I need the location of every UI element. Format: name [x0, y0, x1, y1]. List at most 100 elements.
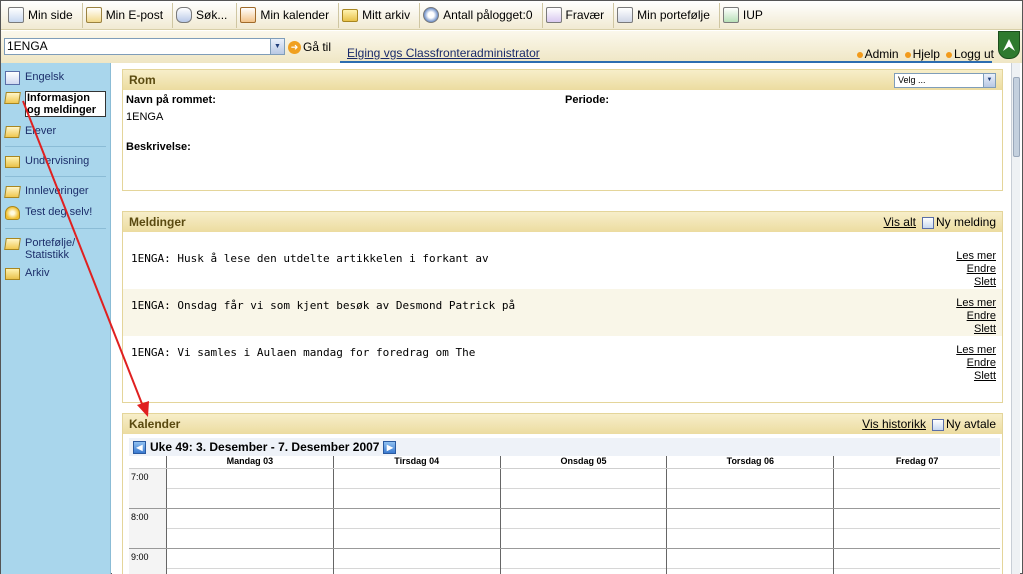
show-all-link[interactable]: Vis alt — [884, 215, 916, 229]
message-row: 1ENGA: Vi samles i Aulaen mandag for for… — [123, 336, 1002, 383]
home-icon — [8, 7, 24, 23]
calendar-cell[interactable] — [833, 549, 1000, 574]
calendar-cell[interactable] — [332, 469, 500, 508]
absence-icon — [545, 7, 562, 23]
calendar-cell[interactable] — [332, 549, 500, 574]
rom-select[interactable]: Velg ... ▼ — [894, 72, 996, 88]
week-navigator: ◀ Uke 49: 3. Desember - 7. Desember 2007… — [129, 438, 1000, 456]
toolbar-label: Fravær — [565, 8, 605, 22]
help-link[interactable]: Hjelp — [904, 47, 940, 61]
school-link[interactable]: Elging vgs Classfronteradministrator — [347, 46, 540, 60]
calendar-cell[interactable] — [833, 469, 1000, 508]
message-text: 1ENGA: Husk å lese den utdelte artikkele… — [131, 252, 489, 265]
goto-button[interactable]: ➜ Gå til — [288, 40, 331, 54]
new-message-button[interactable]: Ny melding — [921, 215, 996, 229]
new-appointment-button[interactable]: Ny avtale — [931, 417, 996, 431]
folder-icon — [342, 8, 359, 22]
calendar-icon — [240, 7, 257, 23]
show-history-link[interactable]: Vis historikk — [862, 417, 926, 431]
top-toolbar: Min side Min E-post Søk... Min kalender … — [1, 1, 1022, 30]
sidebar-item-informasjon[interactable]: Informasjon og meldinger — [1, 89, 110, 119]
sidebar-item-label: Elever — [25, 125, 57, 137]
hour-row: 8:00 — [129, 509, 1000, 549]
help-link-label: Hjelp — [912, 47, 940, 61]
logout-link[interactable]: Logg ut — [945, 47, 994, 61]
toolbar-label: Antall pålogget:0 — [443, 8, 533, 22]
hour-label: 9:00 — [129, 549, 166, 574]
toolbar-antall-palogget[interactable]: Antall pålogget:0 — [420, 2, 543, 28]
folder-icon — [5, 156, 20, 168]
description-label: Beskrivelse: — [126, 141, 191, 153]
toolbar-mitt-arkiv[interactable]: Mitt arkiv — [339, 2, 421, 28]
delete-link[interactable]: Slett — [956, 276, 996, 289]
admin-link[interactable]: Admin — [856, 47, 899, 61]
read-more-link[interactable]: Les mer — [956, 344, 996, 357]
sidebar-item-portefolje[interactable]: Portefølje/ Statistikk — [1, 235, 110, 263]
calendar-cell[interactable] — [332, 509, 500, 548]
calendar-cell[interactable] — [666, 469, 834, 508]
main-content: Rom Velg ... ▼ Navn på rommet: 1ENGA Per… — [112, 63, 1011, 574]
calendar-cell[interactable] — [166, 509, 333, 548]
day-header: Torsdag 06 — [666, 456, 833, 468]
read-more-link[interactable]: Les mer — [956, 297, 996, 310]
read-more-link[interactable]: Les mer — [956, 250, 996, 263]
folder-open-icon — [4, 126, 21, 138]
kalender-panel-header: Kalender Vis historikk Ny avtale — [123, 414, 1002, 434]
sidebar-item-undervisning[interactable]: Undervisning — [1, 153, 110, 170]
toolbar-label: Min kalender — [260, 8, 330, 22]
calendar-cell[interactable] — [166, 469, 333, 508]
sidebar-item-engelsk[interactable]: Engelsk — [1, 69, 110, 87]
day-header: Mandag 03 — [166, 456, 333, 468]
delete-link[interactable]: Slett — [956, 323, 996, 336]
day-header: Onsdag 05 — [499, 456, 667, 468]
next-week-arrow-icon[interactable]: ▶ — [383, 440, 397, 454]
calendar-cell[interactable] — [833, 509, 1000, 548]
toolbar-min-side[interactable]: Min side — [5, 2, 83, 28]
toolbar-fravaer[interactable]: Fravær — [543, 2, 615, 28]
delete-link[interactable]: Slett — [956, 370, 996, 383]
calendar-cell[interactable] — [499, 469, 667, 508]
bullet-icon — [904, 52, 911, 58]
prev-week-arrow-icon[interactable]: ◀ — [133, 440, 146, 454]
toolbar-label: Mitt arkiv — [362, 8, 411, 22]
toolbar-min-kalender[interactable]: Min kalender — [237, 2, 340, 28]
sidebar-item-innleveringer[interactable]: Innleveringer — [1, 183, 110, 200]
sidebar-item-test-deg-selv[interactable]: Test deg selv! — [1, 204, 110, 222]
week-label: Uke 49: 3. Desember - 7. Desember 2007 — [150, 440, 380, 454]
room-select[interactable]: 1ENGA ▼ — [4, 38, 285, 55]
rom-panel-body: Navn på rommet: 1ENGA Periode: Beskrivel… — [123, 90, 1002, 190]
logout-link-label: Logg ut — [953, 47, 994, 61]
sidebar-item-arkiv[interactable]: Arkiv — [1, 265, 110, 282]
arrow-right-icon: ➜ — [288, 40, 301, 54]
sidebar-item-label: Portefølje/ Statistikk — [25, 237, 76, 261]
toolbar-min-portefolje[interactable]: Min portefølje — [614, 2, 720, 28]
calendar-cell[interactable] — [499, 549, 667, 574]
rom-title: Rom — [129, 73, 156, 87]
calendar-cell[interactable] — [666, 509, 834, 548]
toolbar-label: Søk... — [196, 8, 228, 22]
sidebar-item-label: Arkiv — [25, 267, 50, 279]
scrollbar-thumb[interactable] — [1013, 77, 1020, 157]
toolbar-min-epost[interactable]: Min E-post — [83, 2, 174, 28]
bullet-icon — [856, 52, 863, 58]
edit-link[interactable]: Endre — [956, 357, 996, 370]
calendar-cell[interactable] — [166, 549, 333, 574]
chevron-down-icon[interactable]: ▼ — [983, 73, 995, 87]
toolbar-sok[interactable]: Søk... — [173, 2, 238, 28]
rom-panel: Rom Velg ... ▼ Navn på rommet: 1ENGA Per… — [122, 69, 1003, 191]
edit-link[interactable]: Endre — [956, 310, 996, 323]
calendar-day-headers: Mandag 03 Tirsdag 04 Onsdag 05 Torsdag 0… — [129, 456, 1000, 469]
message-row: 1ENGA: Husk å lese den utdelte artikkele… — [123, 242, 1002, 289]
folder-open-icon — [4, 238, 21, 250]
room-select-value: 1ENGA — [7, 39, 48, 53]
calendar-cell[interactable] — [499, 509, 667, 548]
toolbar-iup[interactable]: IUP — [720, 3, 772, 28]
edit-link[interactable]: Endre — [956, 263, 996, 276]
online-icon — [423, 7, 440, 23]
mail-icon — [85, 7, 102, 23]
sidebar-item-elever[interactable]: Elever — [1, 123, 110, 140]
day-header: Fredag 07 — [833, 456, 1000, 468]
chevron-down-icon[interactable]: ▼ — [270, 39, 284, 54]
vertical-scrollbar[interactable] — [1011, 63, 1020, 574]
calendar-cell[interactable] — [666, 549, 834, 574]
